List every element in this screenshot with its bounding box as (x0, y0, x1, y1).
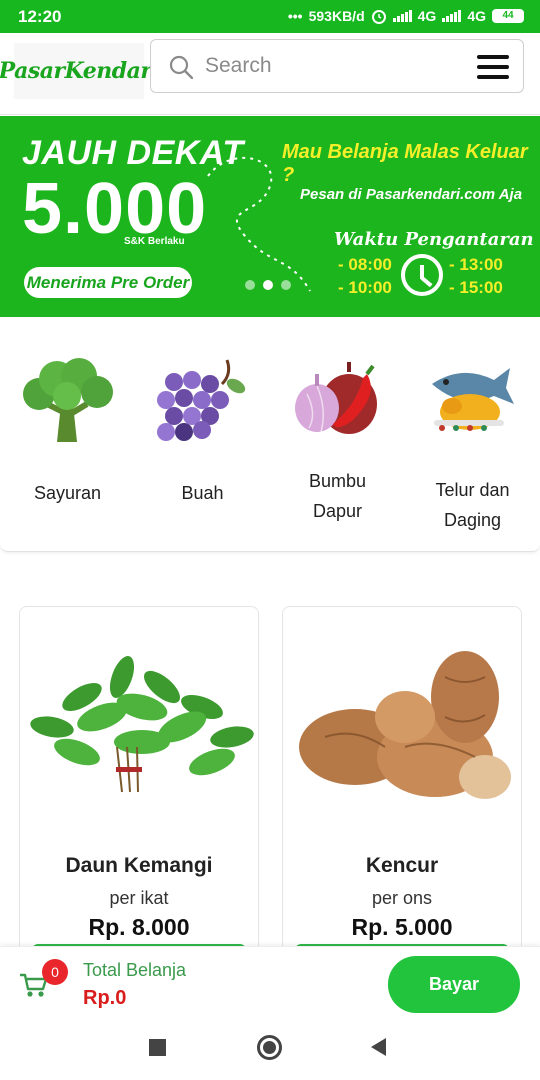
grapes-icon (157, 359, 246, 441)
delivery-time: - 13:00 (449, 255, 503, 274)
battery-icon: 44 (492, 9, 524, 23)
total-label: Total Belanja (83, 960, 187, 980)
broccoli-icon (23, 358, 113, 442)
carousel-dot-active[interactable] (263, 280, 273, 290)
carousel-dot[interactable] (245, 280, 255, 290)
notification-dots: ••• (287, 8, 303, 24)
category-bumbu-dapur[interactable]: Bumbu Dapur (270, 318, 405, 552)
product-price: Rp. 8.000 (88, 914, 190, 940)
product-image-kemangi (30, 656, 254, 793)
product-card[interactable]: Daun Kemangi per ikat Rp. 8.000 (19, 606, 259, 966)
search-input[interactable] (205, 52, 455, 80)
category-buah[interactable]: Buah (135, 318, 270, 552)
signal-icon-2 (442, 10, 462, 22)
carousel-dot[interactable] (281, 280, 291, 290)
category-label: Telur dan (435, 480, 510, 500)
cart-count-badge: 0 (42, 959, 68, 985)
network-type-2: 4G (467, 8, 486, 24)
category-sayuran[interactable]: Sayuran (0, 318, 135, 552)
category-label: Dapur (312, 501, 363, 521)
pay-button[interactable]: Bayar (388, 956, 520, 1013)
logo[interactable]: PasarKendari (0, 43, 160, 99)
recent-apps-icon[interactable] (149, 1039, 166, 1056)
meat-fish-icon (432, 368, 514, 431)
menu-icon[interactable] (477, 55, 509, 79)
product-image-kencur (299, 651, 511, 799)
clock-icon (401, 254, 443, 296)
banner-question: Mau Belanja Malas Keluar ? (282, 141, 528, 186)
system-nav-bar (0, 1020, 540, 1080)
category-list: Sayuran Buah Bumbu Dapur Telur dan Dagin… (0, 318, 540, 552)
product-unit: per ons (371, 888, 433, 908)
delivery-time: - 15:00 (449, 278, 503, 297)
category-label: Buah (181, 483, 224, 503)
status-time: 12:20 (18, 7, 62, 26)
delivery-time: - 10:00 (338, 278, 392, 297)
home-icon[interactable] (257, 1035, 282, 1060)
category-telur-daging[interactable]: Telur dan Daging (405, 318, 540, 552)
app-header: PasarKendari (0, 33, 540, 115)
product-price: Rp. 5.000 (351, 914, 453, 940)
checkout-bar: 0 Total Belanja Rp.0 Bayar (0, 946, 540, 1020)
spices-icon (295, 362, 377, 434)
category-label: Bumbu (308, 471, 367, 491)
logo-text: PasarKendari (0, 58, 160, 84)
total-value: Rp.0 (83, 987, 127, 1009)
status-bar: 12:20 ••• 593KB/d 4G 4G 44 (0, 0, 540, 33)
product-unit: per ikat (109, 888, 169, 908)
delivery-time: - 08:00 (338, 255, 392, 274)
preorder-badge: Menerima Pre Order (24, 267, 192, 298)
back-icon[interactable] (371, 1038, 386, 1056)
banner-terms: S&K Berlaku (124, 236, 185, 247)
network-speed: 593KB/d (308, 8, 365, 24)
signal-icon (392, 10, 412, 22)
delivery-title: Waktu Pengantaran (334, 229, 534, 250)
carousel-indicator[interactable] (245, 280, 291, 290)
search-icon (169, 55, 193, 79)
product-name: Kencur (365, 854, 439, 877)
promo-banner[interactable]: JAUH DEKAT 5.000 S&K Berlaku Menerima Pr… (0, 116, 540, 317)
category-label: Sayuran (33, 483, 102, 503)
category-label: Daging (443, 510, 502, 530)
status-right: ••• 593KB/d 4G 4G 44 (288, 8, 524, 24)
alarm-icon (371, 10, 386, 24)
product-card[interactable]: Kencur per ons Rp. 5.000 (282, 606, 522, 966)
search-bar[interactable] (150, 39, 524, 93)
product-name: Daun Kemangi (65, 854, 213, 877)
network-type-1: 4G (417, 8, 437, 24)
banner-order-text: Pesan di Pasarkendari.com Aja (300, 186, 523, 203)
